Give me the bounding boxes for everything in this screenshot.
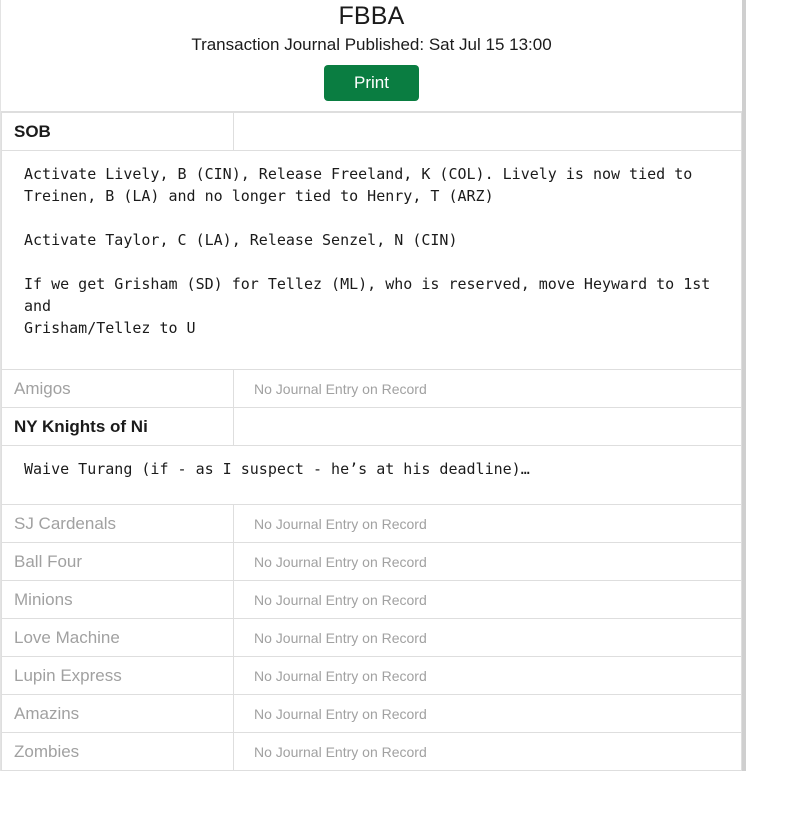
table-row: SJ Cardenals No Journal Entry on Record: [1, 504, 742, 543]
page-header: FBBA Transaction Journal Published: Sat …: [1, 0, 742, 112]
team-name-cell: Ball Four: [1, 542, 234, 581]
no-entry-label: No Journal Entry on Record: [254, 705, 427, 722]
team-name: SJ Cardenals: [14, 513, 117, 533]
journal-entry-row: Activate Lively, B (CIN), Release Freela…: [1, 150, 742, 370]
table-row: Minions No Journal Entry on Record: [1, 580, 742, 619]
team-name: Minions: [14, 589, 73, 609]
team-name: Zombies: [14, 741, 80, 761]
no-entry-cell: No Journal Entry on Record: [233, 656, 742, 695]
team-entry-spacer-cell: [233, 112, 742, 151]
no-entry-label: No Journal Entry on Record: [254, 515, 427, 532]
no-entry-label: No Journal Entry on Record: [254, 591, 427, 608]
team-name: Amigos: [14, 378, 71, 398]
team-name-cell: Amigos: [1, 369, 234, 408]
table-row: Zombies No Journal Entry on Record: [1, 732, 742, 771]
team-name-cell: SJ Cardenals: [1, 504, 234, 543]
table-row: Amazins No Journal Entry on Record: [1, 694, 742, 733]
no-entry-cell: No Journal Entry on Record: [233, 580, 742, 619]
print-button[interactable]: Print: [324, 65, 419, 101]
no-entry-label: No Journal Entry on Record: [254, 667, 427, 684]
team-name: Lupin Express: [14, 665, 122, 685]
no-entry-label: No Journal Entry on Record: [254, 629, 427, 646]
no-entry-cell: No Journal Entry on Record: [233, 369, 742, 408]
no-entry-cell: No Journal Entry on Record: [233, 504, 742, 543]
no-entry-label: No Journal Entry on Record: [254, 380, 427, 397]
team-name: Love Machine: [14, 627, 120, 647]
team-name-cell: NY Knights of Ni: [1, 407, 234, 446]
no-entry-label: No Journal Entry on Record: [254, 743, 427, 760]
team-name-cell: Zombies: [1, 732, 234, 771]
team-name-cell: Minions: [1, 580, 234, 619]
journal-entry-text: Activate Lively, B (CIN), Release Freela…: [24, 165, 711, 337]
team-name: SOB: [14, 121, 51, 141]
team-name-cell: Lupin Express: [1, 656, 234, 695]
table-row: Lupin Express No Journal Entry on Record: [1, 656, 742, 695]
team-name: Ball Four: [14, 551, 83, 571]
journal-entry-cell: Activate Lively, B (CIN), Release Freela…: [1, 150, 742, 370]
journal-entry-row: Waive Turang (if - as I suspect - he’s a…: [1, 445, 742, 505]
team-name-cell: Amazins: [1, 694, 234, 733]
team-name-cell: Love Machine: [1, 618, 234, 657]
no-entry-label: No Journal Entry on Record: [254, 553, 427, 570]
journal-table-body: SOB Activate Lively, B (CIN), Release Fre…: [1, 112, 742, 771]
published-timestamp: Transaction Journal Published: Sat Jul 1…: [191, 35, 552, 54]
transaction-journal-table: SOB Activate Lively, B (CIN), Release Fre…: [1, 112, 742, 771]
team-name-cell: SOB: [1, 112, 234, 151]
no-entry-cell: No Journal Entry on Record: [233, 542, 742, 581]
team-name: NY Knights of Ni: [14, 416, 148, 436]
journal-entry-cell: Waive Turang (if - as I suspect - he’s a…: [1, 445, 742, 505]
table-row: Amigos No Journal Entry on Record: [1, 369, 742, 408]
journal-page: FBBA Transaction Journal Published: Sat …: [0, 0, 746, 771]
table-row: Love Machine No Journal Entry on Record: [1, 618, 742, 657]
print-button-container: Print: [13, 65, 730, 101]
no-entry-cell: No Journal Entry on Record: [233, 732, 742, 771]
no-entry-cell: No Journal Entry on Record: [233, 618, 742, 657]
table-row: NY Knights of Ni: [1, 407, 742, 446]
table-row: SOB: [1, 112, 742, 151]
team-name: Amazins: [14, 703, 80, 723]
table-row: Ball Four No Journal Entry on Record: [1, 542, 742, 581]
no-entry-cell: No Journal Entry on Record: [233, 694, 742, 733]
team-entry-spacer-cell: [233, 407, 742, 446]
journal-entry-text: Waive Turang (if - as I suspect - he’s a…: [24, 460, 530, 478]
page-title: FBBA: [338, 2, 405, 30]
